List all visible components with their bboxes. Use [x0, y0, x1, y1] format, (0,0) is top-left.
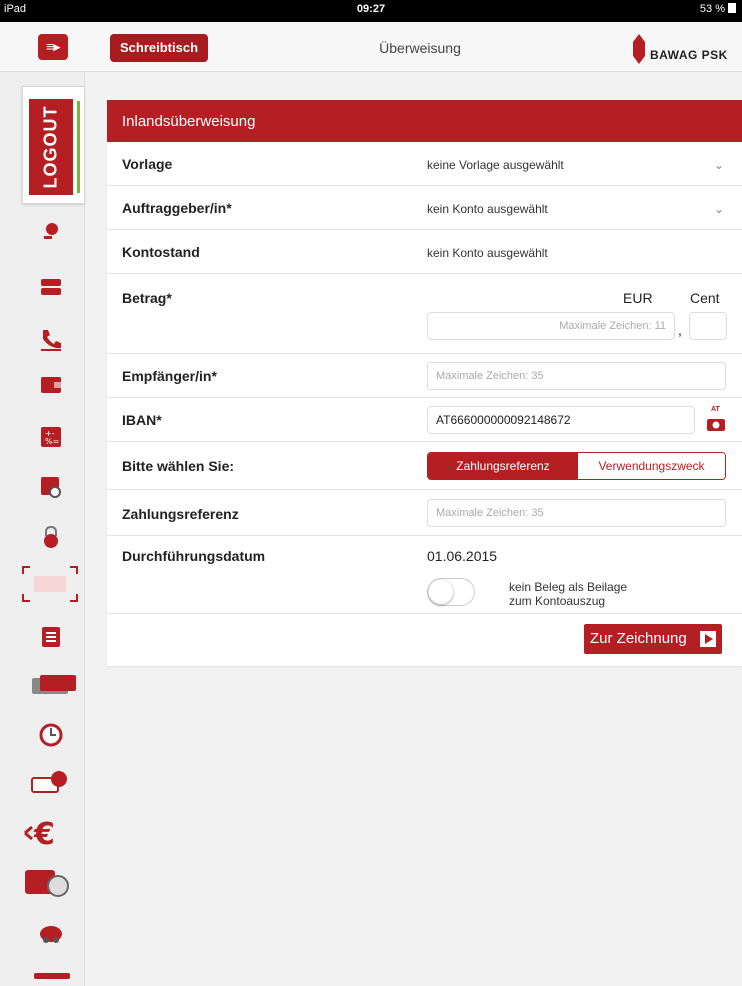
top-bar: ≡▸ Schreibtisch Überweisung BAWAG PSK: [0, 22, 742, 72]
page-title: Überweisung: [379, 40, 461, 56]
reference-label: Zahlungsreferenz: [122, 506, 239, 522]
bawag-logo: BAWAG PSK: [632, 34, 742, 64]
menu-arrow-icon: ≡▸: [45, 39, 61, 54]
choice-label: Bitte wählen Sie:: [122, 458, 235, 474]
car-icon[interactable]: [38, 920, 64, 946]
template-label: Vorlage: [122, 156, 173, 172]
logout-badge: LOGOUT: [29, 99, 73, 195]
payer-label: Auftraggeber/in*: [122, 200, 232, 216]
wallet-icon[interactable]: [38, 372, 64, 398]
logo-text: BAWAG PSK: [650, 48, 728, 62]
credit-card-gauge-icon[interactable]: [24, 866, 70, 900]
more-icon[interactable]: [32, 968, 72, 979]
globe-clock-icon[interactable]: [38, 722, 64, 748]
svg-text:€: €: [33, 817, 55, 850]
submit-to-signing-button[interactable]: Zur Zeichnung: [584, 624, 722, 654]
balance-row: Kontostand kein Konto ausgewählt: [107, 230, 742, 274]
sidebar: LOGOUT +- %= €: [0, 72, 85, 986]
transfer-card-icon[interactable]: [30, 672, 78, 698]
play-arrow-icon: [700, 631, 716, 647]
battery-icon: [728, 3, 736, 13]
payer-row[interactable]: Auftraggeber/in* kein Konto ausgewählt ⌄: [107, 186, 742, 230]
cent-label: Cent: [690, 290, 720, 306]
amount-row: Betrag* EUR Cent Maximale Zeichen: 11 ,: [107, 274, 742, 354]
recipient-label: Empfänger/in*: [122, 368, 217, 384]
balance-label: Kontostand: [122, 244, 200, 260]
reference-type-switch[interactable]: Zahlungsreferenz Verwendungszweck: [427, 452, 726, 480]
template-value[interactable]: keine Vorlage ausgewählt: [427, 158, 564, 172]
logout-button[interactable]: LOGOUT: [22, 86, 84, 204]
reference-row: Zahlungsreferenz Maximale Zeichen: 35: [107, 490, 742, 536]
svg-text:%=: %=: [45, 437, 59, 446]
no-receipt-toggle[interactable]: [427, 578, 475, 606]
logo-mark-icon: [633, 34, 645, 64]
calculator-search-icon[interactable]: [38, 474, 64, 500]
chevron-down-icon[interactable]: ⌄: [714, 158, 724, 172]
amount-eur-input[interactable]: Maximale Zeichen: 11: [427, 312, 675, 340]
logout-label: LOGOUT: [40, 105, 61, 189]
reference-input[interactable]: Maximale Zeichen: 35: [427, 499, 726, 527]
amount-separator: ,: [678, 322, 682, 338]
battery-level: 53 %: [699, 3, 725, 15]
execution-date-value[interactable]: 01.06.2015: [427, 548, 497, 564]
camera-scan-icon[interactable]: AT: [705, 406, 727, 432]
scan-frame-icon[interactable]: [22, 566, 78, 602]
toggle-knob: [429, 580, 453, 604]
payer-value[interactable]: kein Konto ausgewählt: [427, 202, 548, 216]
toggle-label-line2: zum Kontoauszug: [509, 594, 606, 608]
transfer-form: Inlandsüberweisung Vorlage keine Vorlage…: [107, 100, 742, 666]
toggle-label-line1: kein Beleg als Beilage: [509, 580, 628, 594]
calculator-icon[interactable]: +- %=: [38, 424, 64, 450]
recipient-row: Empfänger/in* Maximale Zeichen: 35: [107, 354, 742, 398]
form-title: Inlandsüberweisung: [107, 100, 742, 142]
balance-value: kein Konto ausgewählt: [427, 246, 548, 260]
amount-label: Betrag*: [122, 290, 172, 306]
amount-cent-input[interactable]: [689, 312, 727, 340]
lock-icon[interactable]: [38, 524, 64, 550]
battery-indicator: 53 %: [700, 3, 736, 15]
iban-label: IBAN*: [122, 412, 162, 428]
cards-icon[interactable]: [38, 274, 64, 300]
scan-badge: AT: [711, 406, 720, 413]
option-payment-reference[interactable]: Zahlungsreferenz: [428, 453, 578, 479]
pin-icon[interactable]: [38, 220, 64, 246]
menu-toggle-button[interactable]: ≡▸: [38, 34, 68, 60]
choice-row: Bitte wählen Sie: Zahlungsreferenz Verwe…: [107, 442, 742, 490]
international-transfer-icon[interactable]: [30, 770, 70, 796]
phone-icon[interactable]: [38, 326, 64, 352]
execution-date-row: Durchführungsdatum 01.06.2015 kein Beleg…: [107, 536, 742, 614]
template-row[interactable]: Vorlage keine Vorlage ausgewählt ⌄: [107, 142, 742, 186]
euro-exchange-icon[interactable]: €: [24, 816, 70, 852]
submit-label: Zur Zeichnung: [590, 630, 687, 647]
eur-label: EUR: [623, 290, 653, 306]
iban-row: IBAN* AT666000000092148672 AT: [107, 398, 742, 442]
clock: 09:27: [356, 3, 386, 15]
execution-date-label: Durchführungsdatum: [122, 548, 266, 564]
chevron-down-icon[interactable]: ⌄: [714, 202, 724, 216]
status-bar: iPad 09:27 53 %: [0, 0, 742, 22]
recipient-input[interactable]: Maximale Zeichen: 35: [427, 362, 726, 390]
logout-accent-bar: [77, 101, 80, 193]
iban-input[interactable]: AT666000000092148672: [427, 406, 695, 434]
document-list-icon[interactable]: [38, 624, 64, 650]
option-purpose[interactable]: Verwendungszweck: [578, 453, 725, 479]
desk-button[interactable]: Schreibtisch: [110, 34, 209, 62]
